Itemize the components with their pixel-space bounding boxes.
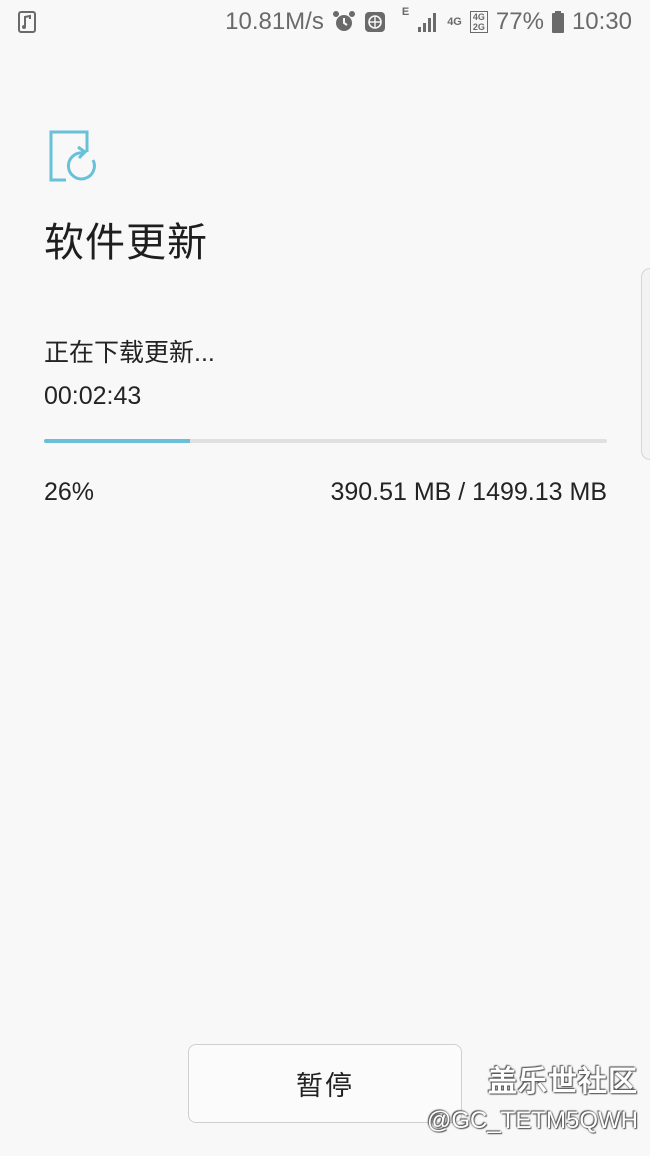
- signal-icon: [418, 13, 437, 32]
- globe-icon: [364, 12, 385, 32]
- download-progress-fill: [44, 439, 191, 443]
- sim1-label: 4G: [472, 12, 485, 22]
- edge-panel-handle[interactable]: [641, 268, 650, 460]
- progress-percent: 26%: [44, 478, 95, 506]
- music-note-icon: [18, 11, 36, 33]
- elapsed-time: 00:02:43: [44, 382, 142, 410]
- network-speed: 10.81M/s: [225, 8, 324, 35]
- download-progress-bar: [44, 439, 607, 443]
- download-size: 390.51 MB / 1499.13 MB: [330, 478, 607, 506]
- dual-sim-signal-icon: 4G 2G: [469, 11, 488, 33]
- network-e-label: E: [401, 6, 410, 18]
- watermark-title: 盖乐世社区: [487, 1066, 638, 1098]
- network-4g-label: 4G: [447, 15, 462, 28]
- status-bar-right: 10.81M/s E 4G 4G 2G 77% 10:30: [225, 7, 632, 37]
- watermark-handle: @GC_TETM5QWH: [426, 1107, 638, 1134]
- software-update-icon: [49, 130, 96, 182]
- clock: 10:30: [571, 8, 632, 35]
- battery-icon: [551, 11, 564, 33]
- status-bar: 10.81M/s E 4G 4G 2G 77% 10:30: [0, 0, 650, 44]
- download-status: 正在下载更新...: [44, 339, 215, 367]
- software-update-screen: 10.81M/s E 4G 4G 2G 77% 10:30 软件更新 正在下载更…: [0, 0, 650, 1156]
- page-title: 软件更新: [44, 221, 208, 265]
- sim2-label: 2G: [472, 22, 485, 32]
- alarm-icon: [332, 11, 355, 31]
- battery-percent: 77%: [495, 8, 544, 35]
- pause-button[interactable]: 暂停: [188, 1044, 462, 1123]
